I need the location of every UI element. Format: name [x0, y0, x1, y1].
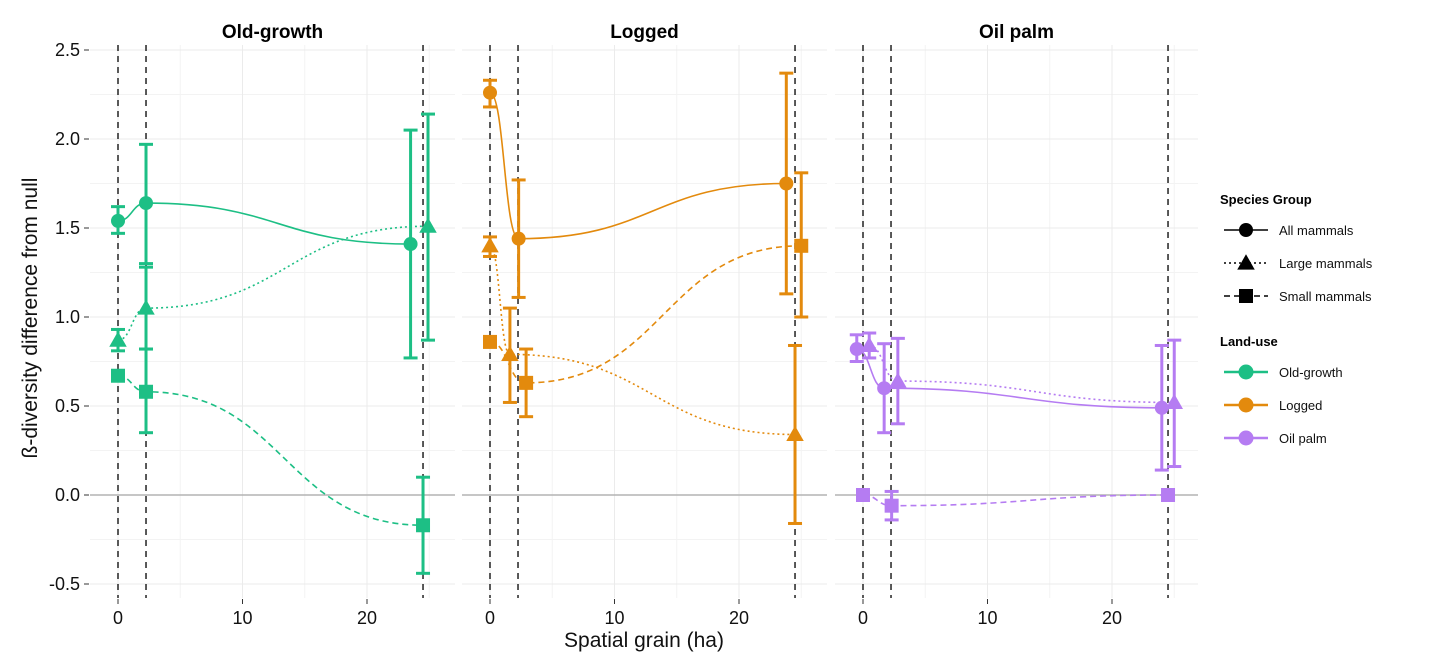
- legend-key-circle-icon: [1238, 364, 1254, 380]
- y-tick-label: 0.5: [55, 396, 80, 416]
- series-large-mammals: [860, 331, 1183, 469]
- panel-old-growth: Old-growth 0 10 20: [90, 22, 455, 628]
- y-axis-label: ß-diversity difference from null: [19, 178, 42, 459]
- data-point: [403, 237, 418, 252]
- data-point: [111, 368, 125, 383]
- data-point: [483, 334, 497, 349]
- y-tick-label: 1.0: [55, 307, 80, 327]
- panel-title: Old-growth: [222, 22, 323, 43]
- x-tick-label: 20: [729, 608, 749, 628]
- series-small-mammals: [856, 488, 1176, 522]
- y-tick-label: 2.5: [55, 40, 80, 60]
- y-tick-label: 2.0: [55, 129, 80, 149]
- data-point: [877, 381, 892, 396]
- x-tick-label: 20: [1102, 608, 1122, 628]
- x-tick-label: 10: [232, 608, 252, 628]
- series-line: [856, 348, 1162, 409]
- panels: Old-growth 0 10 20 Logged 0 10 20 Oil palm 0 10 20: [90, 22, 1198, 628]
- data-point: [109, 331, 127, 347]
- y-tick-label: 1.5: [55, 218, 80, 238]
- y-tick-label: -0.5: [49, 574, 80, 594]
- legend: Species Group Land-use All mammals Large …: [1220, 192, 1373, 446]
- panel-oil-palm: Oil palm 0 10 20: [835, 22, 1198, 628]
- series-line: [869, 344, 1175, 404]
- panel-logged: Logged 0 10 20: [462, 22, 827, 628]
- y-tick-label: 0.0: [55, 485, 80, 505]
- data-point: [501, 345, 519, 361]
- faceted-line-chart: Old-growth0 10 20Logged0 10 20Oil palm0 10 20 …: [19, 22, 1373, 652]
- legend-label: Oil palm: [1279, 431, 1327, 446]
- data-point: [139, 384, 154, 399]
- legend-label: Logged: [1279, 398, 1322, 413]
- data-point: [419, 217, 437, 233]
- series-small-mammals: [483, 171, 809, 419]
- series-all-mammals: [111, 128, 418, 360]
- x-tick-label: 0: [485, 608, 495, 628]
- legend-label: Old-growth: [1279, 365, 1343, 380]
- legend-label: Large mammals: [1279, 256, 1373, 271]
- legend-key-circle-icon: [1239, 223, 1253, 237]
- data-point: [849, 342, 864, 357]
- data-point: [779, 176, 794, 191]
- x-tick-label: 20: [357, 608, 377, 628]
- data-point: [416, 518, 431, 533]
- data-point: [794, 238, 809, 253]
- data-point: [1161, 488, 1176, 502]
- data-point: [481, 237, 499, 253]
- x-tick-label: 0: [858, 608, 868, 628]
- legend-title-species: Species Group: [1220, 192, 1312, 207]
- x-tick-label: 0: [113, 608, 123, 628]
- data-point: [137, 299, 155, 315]
- x-tick-label: 10: [604, 608, 624, 628]
- data-point: [111, 213, 125, 228]
- legend-key-circle-icon: [1238, 430, 1254, 446]
- series-large-mammals: [109, 112, 437, 353]
- legend-key-triangle-icon: [1237, 254, 1255, 270]
- panel-title: Oil palm: [979, 22, 1054, 43]
- x-tick-label: 10: [977, 608, 997, 628]
- series-line: [489, 91, 787, 240]
- legend-label: Small mammals: [1279, 289, 1372, 304]
- legend-title-landuse: Land-use: [1220, 334, 1278, 349]
- y-axis: -0.5 0.0 0.5 1.0 1.5 2.0 2.5: [49, 40, 89, 594]
- data-point: [511, 231, 526, 246]
- legend-key-square-icon: [1239, 289, 1253, 303]
- legend-label: All mammals: [1279, 223, 1354, 238]
- data-point: [884, 498, 899, 513]
- legend-key-circle-icon: [1238, 397, 1254, 413]
- panel-title: Logged: [610, 22, 679, 43]
- data-point: [139, 196, 154, 211]
- data-point: [856, 488, 870, 502]
- x-axis-label: Spatial grain (ha): [564, 629, 724, 652]
- data-point: [483, 85, 497, 100]
- series-line: [489, 245, 802, 384]
- series-all-mammals: [483, 71, 794, 299]
- data-point: [519, 375, 534, 390]
- series-line: [862, 494, 1169, 507]
